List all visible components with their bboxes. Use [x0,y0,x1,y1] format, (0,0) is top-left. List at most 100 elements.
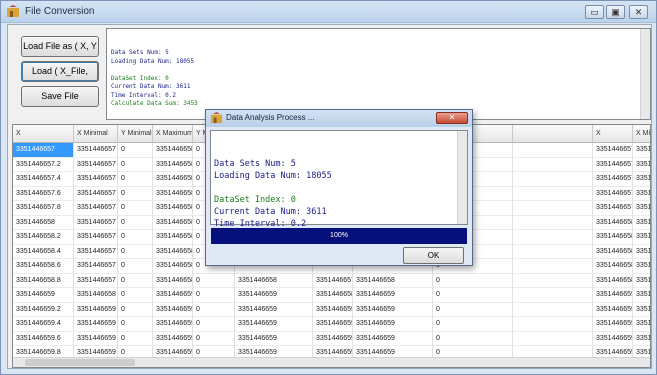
table-cell[interactable]: 0 [118,302,153,317]
table-cell[interactable] [513,172,593,187]
table-cell[interactable]: 3351446657 [74,230,118,245]
table-cell[interactable]: 3351446657.4 [13,172,74,187]
table-cell[interactable]: 3351446659 [153,288,193,303]
table-cell[interactable]: 3351446658 [353,273,433,288]
table-cell[interactable]: 3351446658 [153,172,193,187]
table-cell[interactable]: 0 [433,273,513,288]
table-cell[interactable]: 3351446658 [593,244,633,259]
table-cell[interactable]: 3351446 [633,317,650,332]
table-cell[interactable] [513,331,593,346]
table-cell[interactable]: 3351446 [633,288,650,303]
table-cell[interactable]: 3351446657 [593,201,633,216]
table-cell[interactable]: 3351446658 [593,259,633,274]
save-file-button[interactable]: Save File [21,86,99,107]
load-x-y-file-button[interactable]: Load ( X_File, Y_File ) [21,61,99,95]
table-cell[interactable]: 0 [118,317,153,332]
table-cell[interactable]: 3351446657 [74,172,118,187]
table-cell[interactable]: 3351446 [633,259,650,274]
table-cell[interactable]: 0 [193,288,235,303]
table-cell[interactable]: 3351446659 [74,302,118,317]
table-cell[interactable]: 3351446659 [235,302,313,317]
table-cell[interactable]: 0 [118,186,153,201]
column-header[interactable] [513,125,593,143]
table-cell[interactable] [513,186,593,201]
table-cell[interactable]: 3351446659 [235,288,313,303]
table-cell[interactable]: 3351446658.8 [13,273,74,288]
table-cell[interactable]: 3351446657 [74,273,118,288]
table-cell[interactable]: 3351446658 [153,186,193,201]
table-cell[interactable] [513,143,593,158]
table-cell[interactable]: 3351446657 [74,201,118,216]
table-cell[interactable]: 3351446659.4 [13,317,74,332]
table-cell[interactable]: 0 [118,172,153,187]
table-cell[interactable]: 0 [193,273,235,288]
ok-button[interactable]: OK [403,247,464,264]
table-cell[interactable]: 3351446659 [153,331,193,346]
table-cell[interactable]: 3351446657 [593,157,633,172]
table-cell[interactable]: 0 [118,259,153,274]
table-cell[interactable]: 3351446658 [153,244,193,259]
scroll-thumb[interactable] [25,359,135,366]
table-cell[interactable] [513,244,593,259]
table-cell[interactable]: 3351446657 [74,244,118,259]
table-cell[interactable]: 3351446659 [353,288,433,303]
table-cell[interactable]: 3351446659 [235,331,313,346]
table-cell[interactable]: 3351446657.8 [13,201,74,216]
table-cell[interactable]: 3351446 [633,303,650,317]
table-cell[interactable]: 0 [118,244,153,259]
table-cell[interactable]: 3351446657 [74,215,118,230]
dialog-title-bar[interactable]: Data Analysis Process ... ✕ [206,110,472,127]
column-header[interactable]: X [593,125,633,143]
table-cell[interactable]: 0 [433,331,513,346]
table-cell[interactable]: 3351446659 [313,331,353,346]
minimize-button[interactable]: ▭ [585,5,604,19]
table-cell[interactable] [513,273,593,288]
table-cell[interactable]: 3351446659 [593,302,633,317]
table-cell[interactable]: 3351446657 [74,186,118,201]
title-bar[interactable]: File Conversion ▭ ▣ ✕ [1,1,656,23]
table-cell[interactable] [513,288,593,303]
table-cell[interactable]: 3351446658 [153,259,193,274]
table-cell[interactable]: 3351446 [633,187,650,201]
table-cell[interactable]: 3351446658 [153,230,193,245]
table-cell[interactable]: 3351446658 [153,143,193,158]
dialog-log[interactable]: Data Sets Num: 5 Loading Data Num: 18055 … [210,130,468,241]
table-cell[interactable]: 3351446659 [593,331,633,346]
column-header[interactable]: Y Minimal [118,125,153,143]
table-cell[interactable]: 3351446657.2 [13,157,74,172]
table-cell[interactable]: 3351446659 [153,317,193,332]
table-cell[interactable]: 3351446659.6 [13,331,74,346]
table-cell[interactable]: 3351446658 [235,273,313,288]
table-cell[interactable]: 3351446659 [313,302,353,317]
table-cell[interactable]: 3351446659 [74,331,118,346]
table-cell[interactable]: 0 [193,302,235,317]
table-cell[interactable] [513,157,593,172]
table-cell[interactable]: 3351446 [633,172,650,187]
table-cell[interactable]: 3351446659.2 [13,302,74,317]
table-cell[interactable]: 3351446658 [153,215,193,230]
table-cell[interactable]: 3351446 [633,201,650,216]
table-cell[interactable]: 3351446657 [313,273,353,288]
table-cell[interactable]: 3351446657 [74,157,118,172]
column-header[interactable]: X Mini [633,125,650,143]
close-button[interactable]: ✕ [629,5,648,19]
table-cell[interactable]: 3351446 [633,245,650,259]
table-cell[interactable]: 0 [118,215,153,230]
table-cell[interactable]: 0 [118,288,153,303]
table-cell[interactable]: 3351446 [633,230,650,245]
table-cell[interactable]: 0 [193,331,235,346]
table-cell[interactable] [513,230,593,245]
table-cell[interactable] [513,201,593,216]
table-cell[interactable]: 0 [118,157,153,172]
table-cell[interactable]: 3351446657 [593,172,633,187]
table-cell[interactable] [513,259,593,274]
table-cell[interactable]: 3351446658.4 [13,244,74,259]
table-cell[interactable]: 0 [118,143,153,158]
table-cell[interactable]: 3351446658 [13,215,74,230]
table-cell[interactable]: 3351446658.6 [13,259,74,274]
table-cell[interactable]: 3351446657 [593,143,633,158]
table-cell[interactable]: 3351446659 [235,317,313,332]
table-cell[interactable]: 3351446 [633,274,650,288]
table-cell[interactable]: 3351446659 [313,317,353,332]
table-cell[interactable]: 0 [118,201,153,216]
